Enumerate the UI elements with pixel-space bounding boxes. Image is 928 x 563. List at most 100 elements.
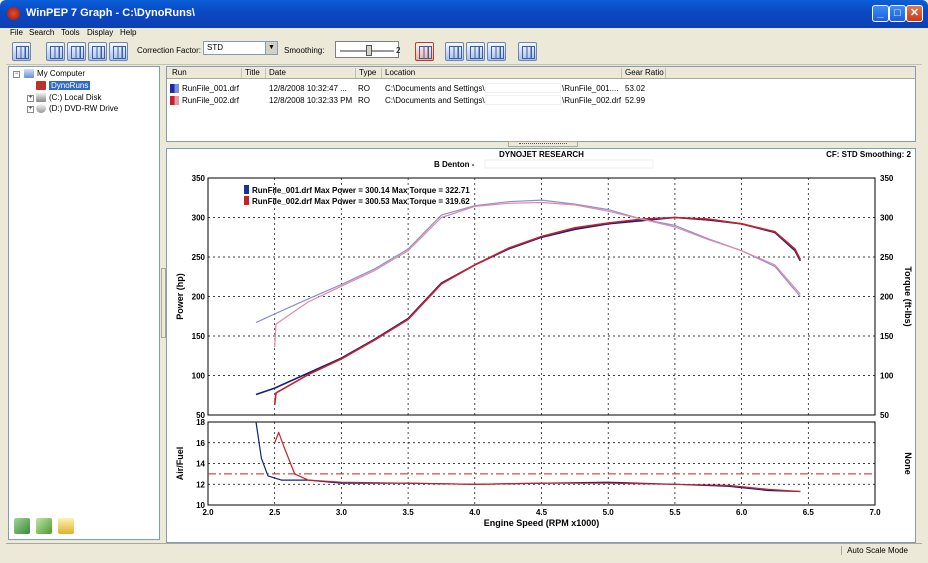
graph-panel: DYNOJET RESEARCH B Denton - CF: STD Smoo… xyxy=(166,148,916,543)
x-tick-label: 3.5 xyxy=(403,508,415,517)
y-tick-label: 18 xyxy=(196,418,205,427)
clear-graph-icon[interactable] xyxy=(415,42,434,61)
edit-run-icon[interactable] xyxy=(14,518,30,534)
graph-line-icon[interactable] xyxy=(67,42,86,61)
column-gear-ratio[interactable]: Gear Ratio xyxy=(621,68,664,78)
window-title: WinPEP 7 Graph - C:\DynoRuns\ xyxy=(26,7,195,19)
menu-display[interactable]: Display xyxy=(87,28,113,37)
tree-item-dvd-drive[interactable]: (D:) DVD-RW Drive xyxy=(36,104,118,114)
status-mode: Auto Scale Mode xyxy=(841,546,908,555)
y-tick-label: 10 xyxy=(196,501,205,510)
x-tick-label: 4.0 xyxy=(469,508,481,517)
customer-label: B Denton - xyxy=(434,160,475,169)
x-tick-label: 2.5 xyxy=(269,508,281,517)
y-right-tick-label: 300 xyxy=(880,214,894,223)
graph-compare-icon[interactable] xyxy=(109,42,128,61)
expand-icon[interactable]: + xyxy=(27,106,34,113)
slider-thumb[interactable] xyxy=(366,45,372,56)
cf-smoothing-label: CF: STD Smoothing: 2 xyxy=(826,150,911,159)
cursor-select-icon[interactable] xyxy=(487,42,506,61)
run-location: C:\Documents and Settings\ xyxy=(385,96,485,105)
new-folder-icon[interactable] xyxy=(58,518,74,534)
x-tick-label: 4.5 xyxy=(536,508,548,517)
correction-factor-label: Correction Factor: xyxy=(137,46,202,55)
correction-factor-value: STD xyxy=(207,43,223,52)
app-icon xyxy=(7,7,20,20)
column-run[interactable]: Run xyxy=(169,68,187,78)
menu-bar: File Search Tools Display Help xyxy=(6,28,922,39)
y-axis-label: Air/Fuel xyxy=(175,447,185,481)
table-row[interactable]: RunFile_002.drf 12/8/2008 10:32:33 PM RO… xyxy=(167,95,915,106)
y-right-tick-label: 100 xyxy=(880,372,894,381)
column-location[interactable]: Location xyxy=(381,68,415,78)
legend-swatch xyxy=(244,185,250,194)
crosshair-icon[interactable] xyxy=(518,42,537,61)
menu-search[interactable]: Search xyxy=(29,28,54,37)
y-tick-label: 300 xyxy=(192,214,206,223)
run-name: RunFile_002.drf xyxy=(182,96,239,105)
graph-3d-icon[interactable] xyxy=(46,42,65,61)
menu-file[interactable]: File xyxy=(10,28,23,37)
title-bar[interactable]: WinPEP 7 Graph - C:\DynoRuns\ _ □ ✕ xyxy=(0,0,928,28)
computer-icon xyxy=(24,69,34,79)
y-right-axis-label: None xyxy=(903,452,913,475)
y-right-tick-label: 350 xyxy=(880,174,894,183)
tree-item-local-disk[interactable]: (C:) Local Disk xyxy=(36,93,101,103)
menu-help[interactable]: Help xyxy=(120,28,136,37)
x-tick-label: 7.0 xyxy=(869,508,881,517)
tree-item-dynoruns[interactable]: DynoRuns xyxy=(36,81,91,91)
run-date: 12/8/2008 10:32:33 PM xyxy=(269,96,353,105)
x-tick-label: 6.0 xyxy=(736,508,748,517)
dvd-drive-icon xyxy=(36,104,46,114)
folder-tree: − My Computer DynoRuns + (C:) Local Disk… xyxy=(8,66,160,540)
correction-factor-select[interactable]: STD ▼ xyxy=(203,41,278,55)
collapse-icon[interactable]: − xyxy=(13,71,20,78)
x-tick-label: 6.5 xyxy=(803,508,815,517)
y-tick-label: 16 xyxy=(196,439,205,448)
tree-item-label: DynoRuns xyxy=(49,81,91,90)
minimize-button[interactable]: _ xyxy=(872,5,889,22)
legend-entry: RunFile_001.drf Max Power = 300.14 Max T… xyxy=(252,186,470,195)
tree-tools xyxy=(8,515,160,539)
expand-icon[interactable]: + xyxy=(27,95,34,102)
company-label: DYNOJET RESEARCH xyxy=(499,150,584,159)
x-tick-label: 5.5 xyxy=(669,508,681,517)
y-right-axis-label: Torque (ft-lbs) xyxy=(903,266,913,326)
maximize-button[interactable]: □ xyxy=(889,5,906,22)
column-filler xyxy=(665,68,669,78)
redacted-block xyxy=(485,83,561,93)
runs-table: Run Title Date Type Location Gear Ratio … xyxy=(166,66,916,142)
x-tick-label: 3.0 xyxy=(336,508,348,517)
y-tick-label: 100 xyxy=(192,372,206,381)
run-type: RO xyxy=(358,96,370,105)
hard-disk-icon xyxy=(36,93,46,103)
run-type: RO xyxy=(358,84,370,93)
status-bar: Auto Scale Mode xyxy=(6,543,922,557)
y-tick-label: 350 xyxy=(192,174,206,183)
y-tick-label: 150 xyxy=(192,332,206,341)
pan-hand-icon[interactable] xyxy=(466,42,485,61)
run-date: 12/8/2008 10:32:47 ... xyxy=(269,84,347,93)
y-tick-label: 12 xyxy=(196,480,205,489)
column-title[interactable]: Title xyxy=(241,68,260,78)
tree-item-my-computer[interactable]: My Computer xyxy=(24,69,85,79)
dyno-graph[interactable]: DYNOJET RESEARCH B Denton - CF: STD Smoo… xyxy=(167,149,915,542)
y-right-tick-label: 250 xyxy=(880,253,894,262)
grid-view-icon[interactable] xyxy=(12,42,31,61)
close-button[interactable]: ✕ xyxy=(906,5,923,22)
menu-tools[interactable]: Tools xyxy=(61,28,80,37)
column-date[interactable]: Date xyxy=(265,68,286,78)
y-right-tick-label: 50 xyxy=(880,411,889,420)
chevron-down-icon[interactable]: ▼ xyxy=(265,42,277,54)
legend-swatch xyxy=(244,196,250,205)
smoothing-slider[interactable] xyxy=(335,41,399,58)
refresh-run-icon[interactable] xyxy=(36,518,52,534)
toolbar: Correction Factor: STD ▼ Smoothing: 2 xyxy=(6,39,922,65)
graph-overlay-icon[interactable] xyxy=(88,42,107,61)
run-location: C:\Documents and Settings\ xyxy=(385,84,485,93)
zoom-icon[interactable] xyxy=(445,42,464,61)
run-name: RunFile_001.drf xyxy=(182,84,239,93)
column-type[interactable]: Type xyxy=(355,68,376,78)
pane-splitter[interactable] xyxy=(508,141,578,147)
table-row[interactable]: RunFile_001.drf 12/8/2008 10:32:47 ... R… xyxy=(167,83,915,94)
